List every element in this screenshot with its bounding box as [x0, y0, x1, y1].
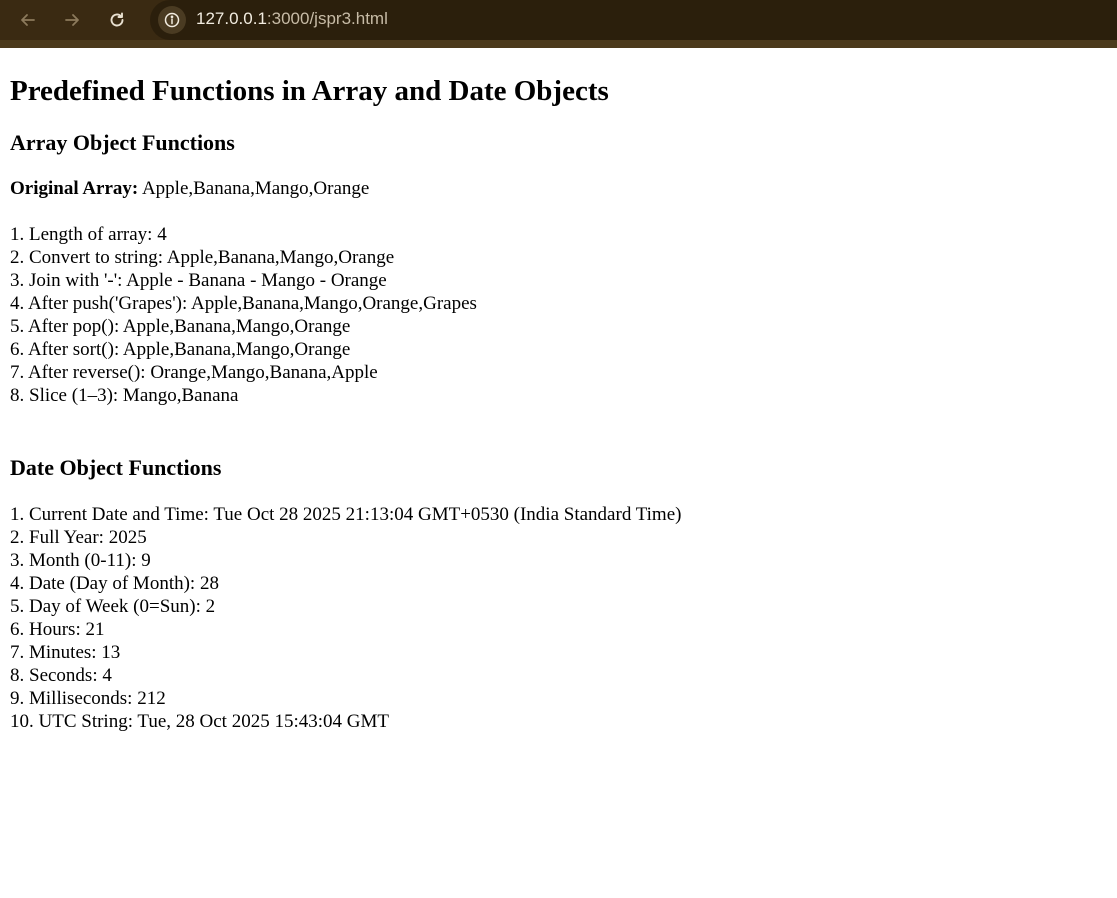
array-result-line: 4. After push('Grapes'): Apple,Banana,Ma… [10, 293, 477, 314]
original-array-line: Original Array: Apple,Banana,Mango,Orang… [10, 177, 1107, 200]
original-array-value: Apple,Banana,Mango,Orange [141, 178, 370, 199]
array-result-line: 8. Slice (1–3): Mango,Banana [10, 385, 239, 406]
date-result-line: 10. UTC String: Tue, 28 Oct 2025 15:43:0… [10, 711, 389, 732]
array-result-line: 5. After pop(): Apple,Banana,Mango,Orang… [10, 316, 351, 337]
info-icon [164, 12, 180, 28]
date-result-line: 2. Full Year: 2025 [10, 527, 147, 548]
page-content: Predefined Functions in Array and Date O… [0, 73, 1117, 733]
back-button[interactable] [14, 6, 42, 34]
array-results-list: 1. Length of array: 4 2. Convert to stri… [10, 223, 1107, 407]
page-title: Predefined Functions in Array and Date O… [10, 75, 609, 107]
array-result-line: 6. After sort(): Apple,Banana,Mango,Oran… [10, 339, 351, 360]
date-result-line: 6. Hours: 21 [10, 619, 105, 640]
array-result-line: 3. Join with '-': Apple - Banana - Mango… [10, 270, 387, 291]
url-path: :3000/jspr3.html [266, 9, 388, 28]
original-array-label: Original Array: [10, 178, 139, 199]
array-section-heading: Array Object Functions [10, 130, 235, 155]
array-result-line: 1. Length of array: 4 [10, 224, 167, 245]
date-result-line: 7. Minutes: 13 [10, 642, 121, 663]
array-result-line: 7. After reverse(): Orange,Mango,Banana,… [10, 362, 378, 383]
browser-toolbar: 127.0.0.1:3000/jspr3.html [0, 0, 1117, 48]
date-result-line: 4. Date (Day of Month): 28 [10, 573, 219, 594]
date-result-line: 8. Seconds: 4 [10, 665, 112, 686]
site-info-button[interactable] [158, 6, 186, 34]
date-result-line: 5. Day of Week (0=Sun): 2 [10, 596, 216, 617]
address-bar[interactable]: 127.0.0.1:3000/jspr3.html [150, 0, 1117, 40]
reload-button[interactable] [103, 6, 131, 34]
url-text[interactable]: 127.0.0.1:3000/jspr3.html [196, 9, 388, 29]
reload-icon [110, 12, 124, 27]
forward-button[interactable] [58, 6, 86, 34]
arrow-left-icon [21, 14, 35, 26]
url-host: 127.0.0.1 [196, 9, 267, 28]
arrow-right-icon [65, 14, 79, 26]
date-results-list: 1. Current Date and Time: Tue Oct 28 202… [10, 503, 1107, 733]
date-result-line: 1. Current Date and Time: Tue Oct 28 202… [10, 504, 682, 525]
date-result-line: 9. Milliseconds: 212 [10, 688, 166, 709]
date-result-line: 3. Month (0-11): 9 [10, 550, 151, 571]
date-section-heading: Date Object Functions [10, 455, 222, 480]
array-result-line: 2. Convert to string: Apple,Banana,Mango… [10, 247, 395, 268]
